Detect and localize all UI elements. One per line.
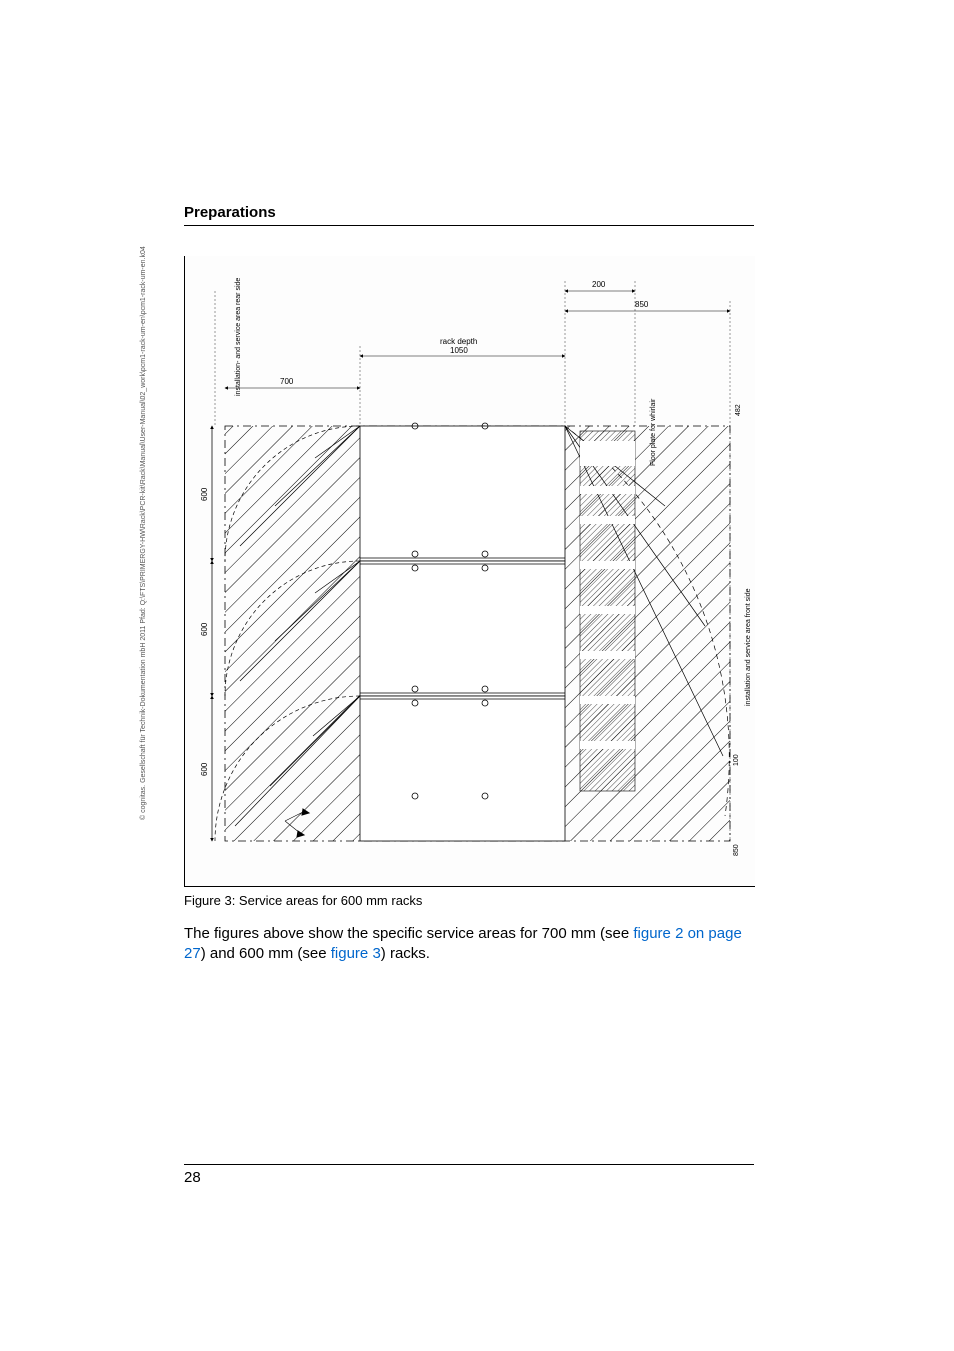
title-rule bbox=[184, 225, 754, 226]
dim-600a: 600 bbox=[200, 487, 209, 501]
body-mid: ) and 600 mm (see bbox=[201, 945, 331, 962]
body-pre: The figures above show the specific serv… bbox=[184, 925, 633, 942]
rack-depth-val: 1050 bbox=[450, 346, 468, 355]
dim-600b: 600 bbox=[200, 622, 209, 636]
dim-482: 482 bbox=[735, 404, 742, 416]
section-title: Preparations bbox=[184, 204, 754, 221]
dim-100: 100 bbox=[733, 754, 740, 766]
content-area: Preparations bbox=[184, 204, 754, 965]
body-paragraph: The figures above show the specific serv… bbox=[184, 924, 754, 965]
footer: 28 bbox=[184, 1164, 754, 1186]
rack-depth-label: rack depth bbox=[440, 337, 477, 346]
figure-diagram: 200 850 rack depth 1050 700 600 bbox=[184, 256, 755, 887]
side-note: © cognitas. Gesellschaft für Technik-Dok… bbox=[140, 246, 147, 820]
dim-850-top: 850 bbox=[635, 300, 649, 309]
figure-caption: Figure 3: Service areas for 600 mm racks bbox=[184, 893, 754, 908]
dim-200: 200 bbox=[592, 280, 606, 289]
body-post: ) racks. bbox=[381, 945, 430, 962]
dim-600c: 600 bbox=[200, 762, 209, 776]
floor-plate-label: Floor plate for whirlair bbox=[650, 398, 657, 466]
service-area-svg: 200 850 rack depth 1050 700 600 bbox=[185, 256, 755, 886]
dim-850r: 850 bbox=[733, 844, 740, 856]
page-number: 28 bbox=[184, 1169, 754, 1186]
dim-700: 700 bbox=[280, 377, 294, 386]
footer-rule bbox=[184, 1164, 754, 1165]
front-side-label: installation and service area front side bbox=[745, 588, 752, 706]
rear-side-label: installation- and service area rear side bbox=[235, 278, 242, 396]
link-figure-3[interactable]: figure 3 bbox=[331, 945, 381, 962]
